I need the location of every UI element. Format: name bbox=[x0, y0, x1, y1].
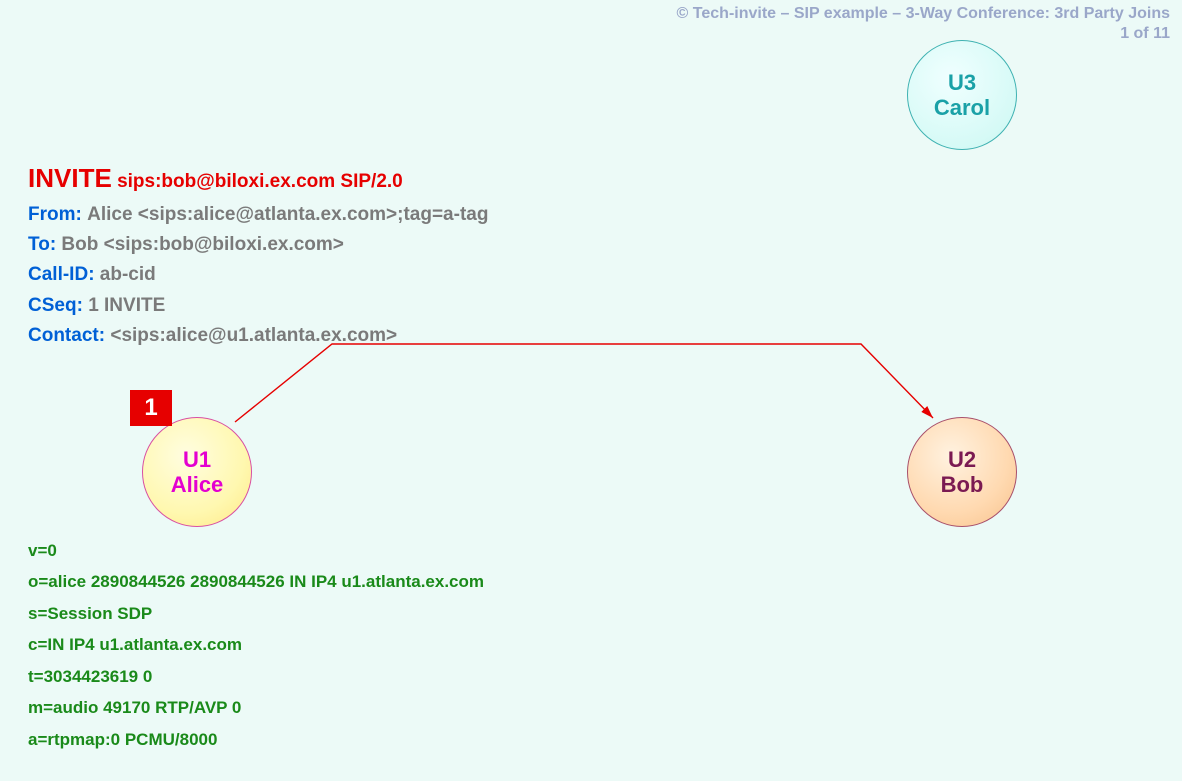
header-to: To: Bob <sips:bob@biloxi.ex.com> bbox=[28, 230, 488, 260]
copyright-block: © Tech-invite – SIP example – 3-Way Conf… bbox=[677, 4, 1170, 44]
header-name-call-id: Call-ID bbox=[28, 264, 88, 285]
sdp-a: a=rtpmap:0 PCMU/8000 bbox=[28, 724, 484, 755]
sip-method: INVITE bbox=[28, 163, 112, 193]
sdp-o: o=alice 2890844526 2890844526 IN IP4 u1.… bbox=[28, 566, 484, 597]
sdp-t: t=3034423619 0 bbox=[28, 661, 484, 692]
header-call-id: Call-ID: ab-cid bbox=[28, 260, 488, 290]
node-name: Bob bbox=[941, 472, 984, 497]
diagram-stage: © Tech-invite – SIP example – 3-Way Conf… bbox=[0, 0, 1182, 781]
copyright-text: © Tech-invite – SIP example – 3-Way Conf… bbox=[677, 4, 1170, 24]
request-line: INVITE sips:bob@biloxi.ex.com SIP/2.0 bbox=[28, 158, 488, 200]
node-u2-bob: U2 Bob bbox=[907, 417, 1017, 527]
page-indicator: 1 of 11 bbox=[677, 24, 1170, 44]
sdp-c: c=IN IP4 u1.atlanta.ex.com bbox=[28, 629, 484, 660]
header-value-to: Bob <sips:bob@biloxi.ex.com> bbox=[61, 234, 343, 255]
node-u1-alice: U1 Alice bbox=[142, 417, 252, 527]
node-name: Carol bbox=[934, 95, 990, 120]
step-number: 1 bbox=[144, 394, 157, 422]
node-id: U1 bbox=[183, 447, 211, 472]
sdp-s: s=Session SDP bbox=[28, 598, 484, 629]
sdp-m: m=audio 49170 RTP/AVP 0 bbox=[28, 692, 484, 723]
request-uri: sips:bob@biloxi.ex.com SIP/2.0 bbox=[117, 171, 403, 192]
sdp-v: v=0 bbox=[28, 535, 484, 566]
header-contact: Contact: <sips:alice@u1.atlanta.ex.com> bbox=[28, 321, 488, 351]
node-name: Alice bbox=[171, 472, 224, 497]
header-value-cseq: 1 INVITE bbox=[88, 295, 165, 316]
header-cseq: CSeq: 1 INVITE bbox=[28, 291, 488, 321]
header-name-to: To bbox=[28, 234, 50, 255]
node-id: U2 bbox=[948, 447, 976, 472]
header-name-cseq: CSeq bbox=[28, 295, 77, 316]
step-badge: 1 bbox=[130, 390, 172, 426]
header-value-from: Alice <sips:alice@atlanta.ex.com>;tag=a-… bbox=[87, 204, 488, 225]
header-name-contact: Contact bbox=[28, 325, 99, 346]
node-id: U3 bbox=[948, 70, 976, 95]
header-name-from: From bbox=[28, 204, 76, 225]
header-value-contact: <sips:alice@u1.atlanta.ex.com> bbox=[110, 325, 397, 346]
header-from: From: Alice <sips:alice@atlanta.ex.com>;… bbox=[28, 200, 488, 230]
header-value-call-id: ab-cid bbox=[100, 264, 156, 285]
sip-message: INVITE sips:bob@biloxi.ex.com SIP/2.0 Fr… bbox=[28, 158, 488, 352]
node-u3-carol: U3 Carol bbox=[907, 40, 1017, 150]
sdp-body: v=0 o=alice 2890844526 2890844526 IN IP4… bbox=[28, 535, 484, 755]
